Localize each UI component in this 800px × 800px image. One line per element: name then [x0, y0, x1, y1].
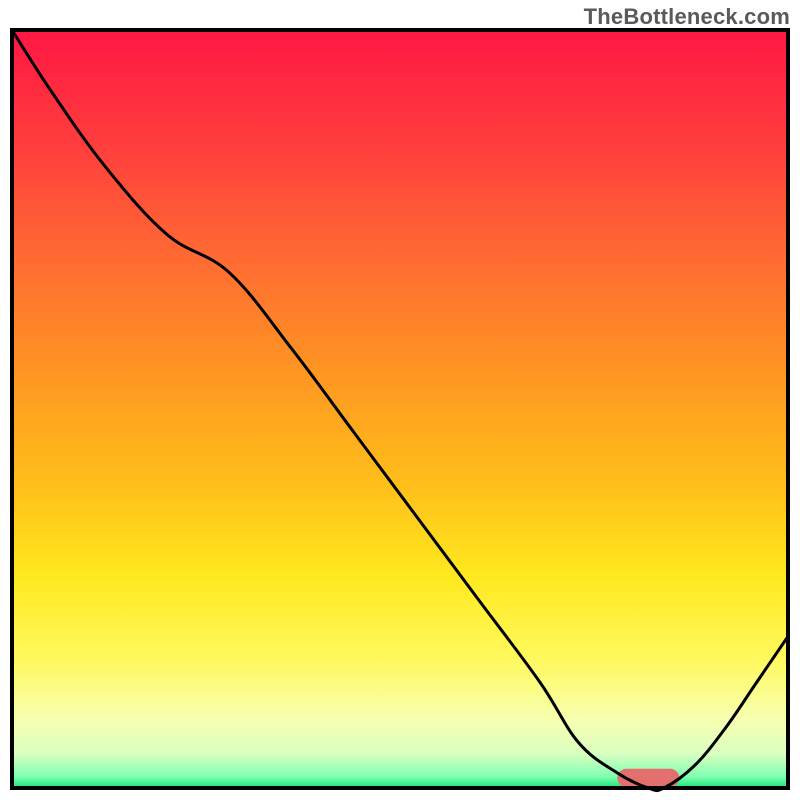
plot-background: [12, 30, 788, 788]
watermark-text: TheBottleneck.com: [584, 4, 790, 30]
bottleneck-chart: [0, 0, 800, 800]
chart-container: TheBottleneck.com: [0, 0, 800, 800]
